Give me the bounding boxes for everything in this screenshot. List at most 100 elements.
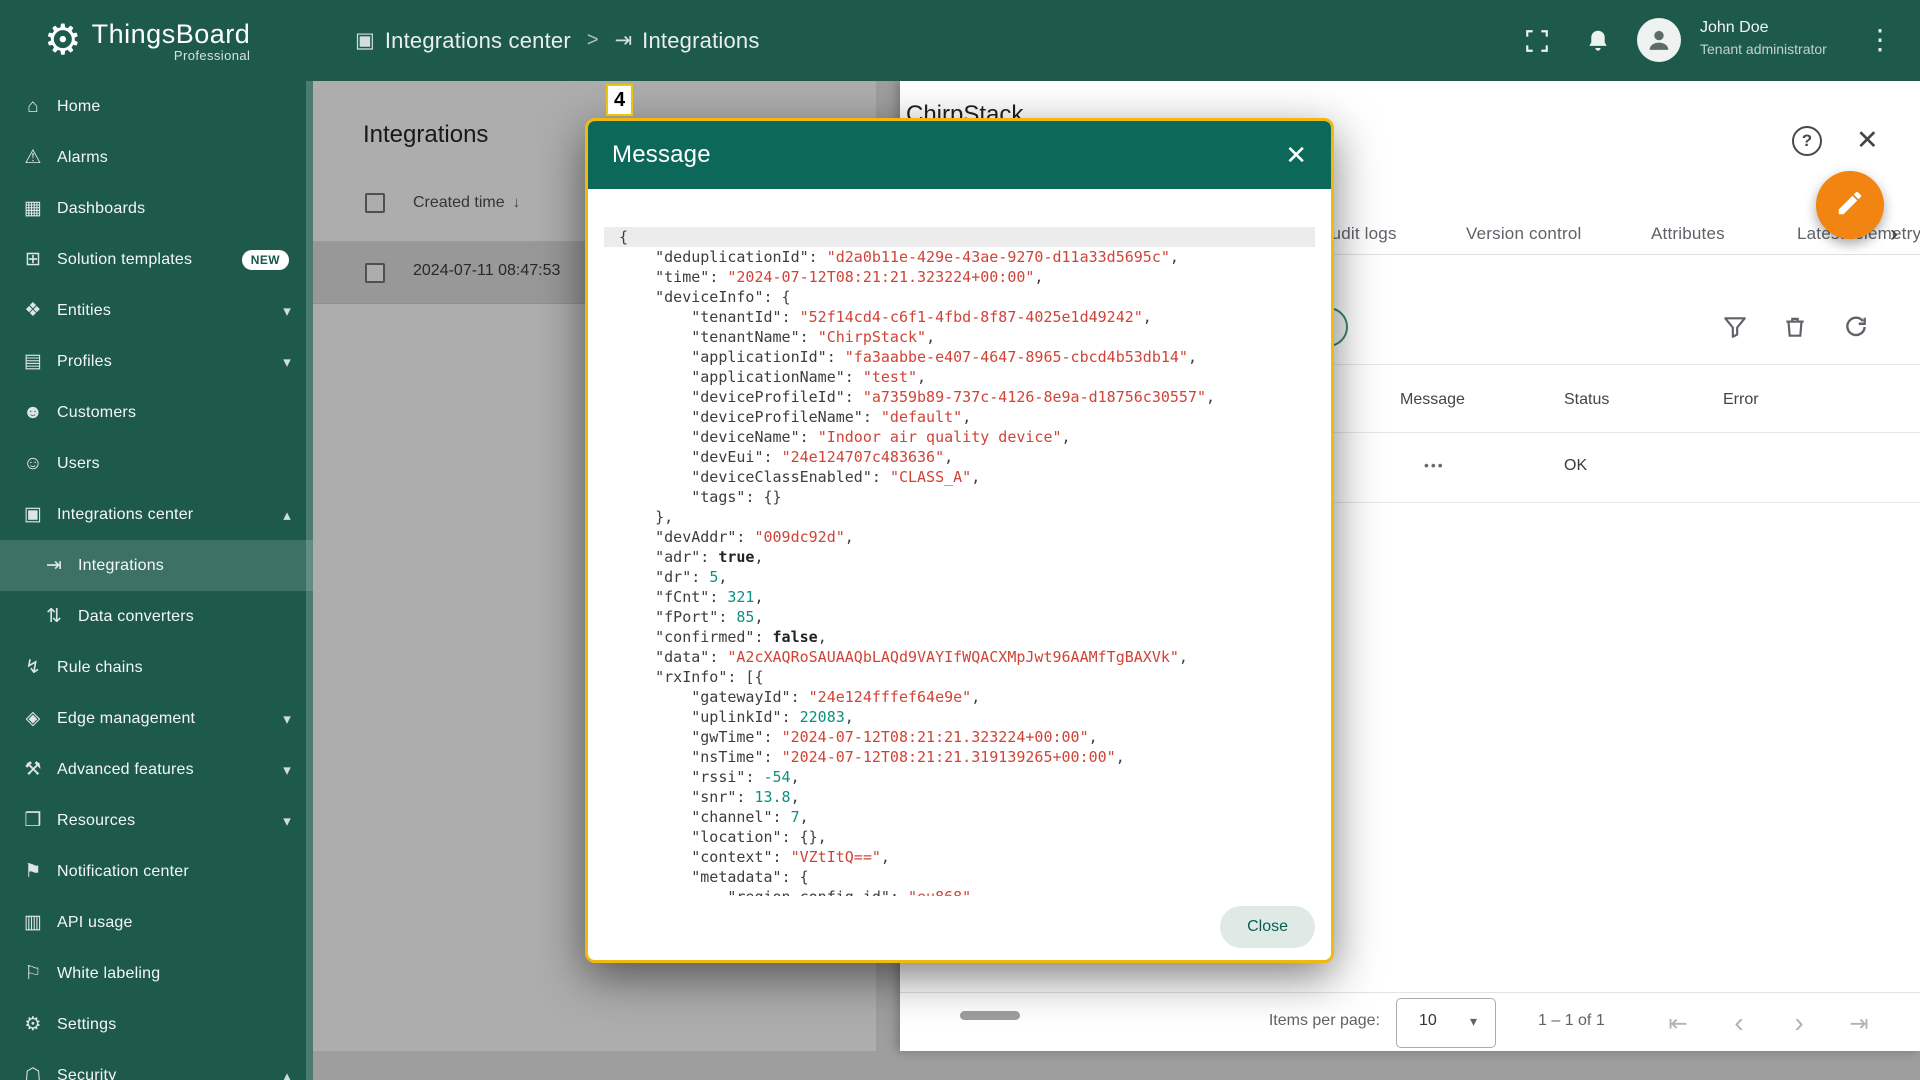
app-edition: Professional [174,48,250,63]
json-line: "tenantId": "52f14cd4-c6f1-4fbd-8f87-402… [604,307,1315,327]
sidebar-item-label: Notification center [57,863,189,881]
sidebar-item-profiles[interactable]: ▤Profiles▾ [0,336,313,387]
filter-icon[interactable] [1722,314,1748,340]
sidebar-item-rule-chains[interactable]: ↯Rule chains [0,642,313,693]
breadcrumb-integrations[interactable]: Integrations [642,28,759,54]
json-line: "gatewayId": "24e124fffef64e9e", [604,687,1315,707]
avatar[interactable] [1637,18,1681,62]
sidebar-item-label: Home [57,98,100,116]
sidebar-item-advanced-features[interactable]: ⚒Advanced features▾ [0,744,313,795]
users-icon: ☺ [21,453,45,475]
chevron-up-icon: ▴ [283,1067,291,1080]
first-page-button[interactable]: ⇤ [1661,1006,1695,1040]
horizontal-scrollbar-thumb[interactable] [960,1011,1020,1020]
kebab-menu-icon[interactable]: ⋮ [1866,24,1894,56]
sidebar-item-label: Security [57,1067,116,1080]
close-button[interactable]: Close [1220,906,1315,948]
sidebar-item-label: Entities [57,302,111,320]
fullscreen-icon[interactable] [1523,27,1551,55]
user-info[interactable]: John Doe Tenant administrator [1700,17,1870,59]
json-line: "confirmed": false, [604,627,1315,647]
sidebar-item-users[interactable]: ☺ Users [0,438,313,489]
sidebar-item-label: Profiles [57,353,112,371]
chevron-up-icon: ▴ [283,506,291,524]
sidebar-item-integrations-center[interactable]: ▣Integrations center▴ [0,489,313,540]
sidebar-item-api-usage[interactable]: ▥API usage [0,897,313,948]
sidebar-item-data-converters[interactable]: ⇅Data converters [0,591,313,642]
breadcrumb-integrations-center[interactable]: Integrations center [385,28,571,54]
trash-icon[interactable] [1782,314,1808,340]
json-line: "dr": 5, [604,567,1315,587]
json-line: "data": "A2cXAQRoSAUAAQbLAQd9VAYIfWQACXM… [604,647,1315,667]
breadcrumb: ▣ Integrations center > ⇥ Integrations [355,0,760,81]
thingsboard-logo[interactable]: ⚙ ThingsBoard Professional [44,12,250,68]
profiles-icon: ▤ [21,350,45,373]
json-line: "gwTime": "2024-07-12T08:21:21.323224+00… [604,727,1315,747]
column-status: Status [1564,382,1609,418]
sidebar-item-label: White labeling [57,965,160,983]
sidebar: ⌂ Home ⚠Alarms▦Dashboards⊞Solution templat… [0,81,313,1080]
json-line: "nsTime": "2024-07-12T08:21:21.319139265… [604,747,1315,767]
home-icon: ⌂ [21,96,45,118]
sidebar-item-label: API usage [57,914,133,932]
sidebar-item-entities[interactable]: ❖Entities▾ [0,285,313,336]
security-icon: ☖ [21,1064,45,1080]
sidebar-item-label: Resources [57,812,135,830]
sidebar-item-label: Users [57,455,100,473]
next-page-button[interactable]: › [1782,1006,1816,1040]
sidebar-item-notification-center[interactable]: ⚑ Notification center [0,846,313,897]
close-details-icon[interactable]: ✕ [1856,125,1879,155]
sidebar-item-white-labeling[interactable]: ⚐White labeling [0,948,313,999]
sidebar-item-resources[interactable]: ❒Resources▾ [0,795,313,846]
integrations-icon: ⇥ [42,554,66,577]
tab-version-control[interactable]: Version control [1466,214,1581,254]
integrations-icon: ⇥ [615,28,633,53]
notifications-bell-icon[interactable] [1584,27,1612,55]
sidebar-item-home[interactable]: ⌂ Home [0,81,313,132]
sidebar-item-alarms[interactable]: ⚠Alarms [0,132,313,183]
sidebar-scrollbar[interactable] [306,81,313,1080]
items-per-page-label: Items per page: [1250,1012,1380,1030]
sidebar-item-label: Data converters [78,608,194,626]
edge-management-icon: ◈ [21,707,45,730]
notification-center-icon: ⚑ [21,860,45,883]
tab-attributes[interactable]: Attributes [1651,214,1725,254]
sidebar-item-integrations[interactable]: ⇥Integrations [0,540,313,591]
json-line: "deviceName": "Indoor air quality device… [604,427,1315,447]
sidebar-item-dashboards[interactable]: ▦Dashboards [0,183,313,234]
sidebar-item-label: Advanced features [57,761,194,779]
sidebar-item-customers[interactable]: ☻Customers [0,387,313,438]
help-icon[interactable]: ? [1792,126,1822,156]
message-dialog-header: Message ✕ [588,121,1331,189]
json-line: "deviceProfileId": "a7359b89-737c-4126-8… [604,387,1315,407]
sidebar-item-solution-templates[interactable]: ⊞Solution templatesNEW [0,234,313,285]
last-page-button[interactable]: ⇥ [1842,1006,1876,1040]
sidebar-item-settings[interactable]: ⚙Settings [0,999,313,1050]
user-name: John Doe [1700,17,1870,39]
message-more-icon[interactable]: ••• [1424,457,1445,473]
sidebar-nav: ⌂ Home ⚠Alarms▦Dashboards⊞Solution templat… [0,81,313,1080]
status-value: OK [1564,457,1587,475]
breadcrumb-separator: > [587,29,599,52]
sidebar-item-security[interactable]: ☖ Security ▴ [0,1050,313,1080]
edit-fab-button[interactable] [1816,171,1884,239]
dialog-close-icon[interactable]: ✕ [1285,141,1307,169]
items-per-page-select[interactable]: 10 ▾ [1396,998,1496,1048]
tab-scroll-right-icon[interactable]: › [1890,214,1898,254]
json-line: "metadata": { [604,867,1315,887]
json-line: "applicationName": "test", [604,367,1315,387]
settings-icon: ⚙ [21,1013,45,1036]
dialog-footer: Close [588,896,1331,960]
json-line: "location": {}, [604,827,1315,847]
entities-icon: ❖ [21,299,45,322]
sidebar-item-edge-management[interactable]: ◈Edge management▾ [0,693,313,744]
json-line: "snr": 13.8, [604,787,1315,807]
json-line: "devEui": "24e124707c483636", [604,447,1315,467]
integrations-center-icon: ▣ [21,503,45,526]
pencil-icon [1835,188,1865,223]
previous-page-button[interactable]: ‹ [1722,1006,1756,1040]
json-line: "tenantName": "ChirpStack", [604,327,1315,347]
json-line: "fCnt": 321, [604,587,1315,607]
refresh-icon[interactable] [1843,314,1869,340]
message-json-viewer[interactable]: { "deduplicationId": "d2a0b11e-429e-43ae… [588,189,1331,963]
